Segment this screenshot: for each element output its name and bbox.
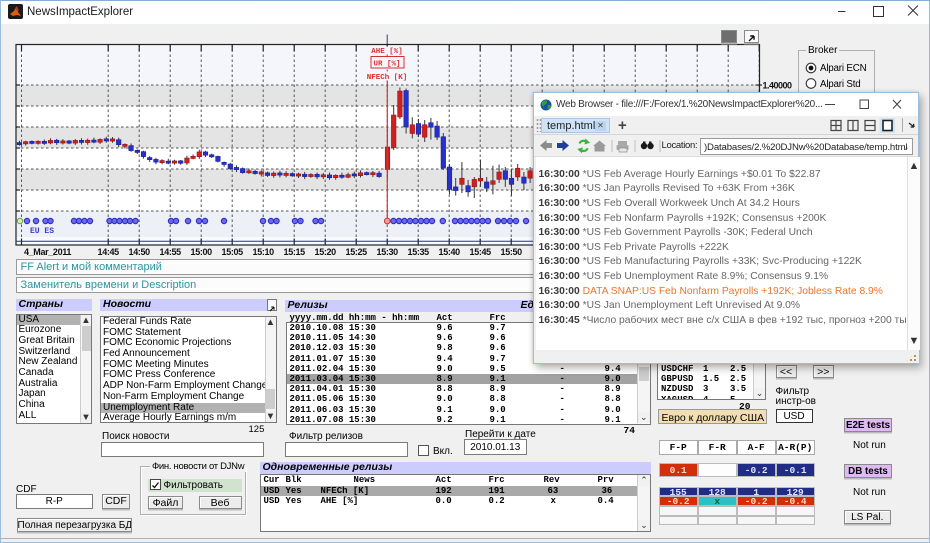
svg-text:15:45: 15:45 bbox=[470, 247, 492, 257]
svg-text:NFECh [K]: NFECh [K] bbox=[367, 74, 408, 82]
svg-text:15:00: 15:00 bbox=[191, 247, 213, 257]
svg-text:15:35: 15:35 bbox=[408, 247, 430, 257]
svg-text:15:20: 15:20 bbox=[315, 247, 337, 257]
svg-text:UR [%]: UR [%] bbox=[373, 61, 400, 69]
svg-text:14:45: 14:45 bbox=[98, 247, 120, 257]
svg-text:AHE [%]: AHE [%] bbox=[371, 48, 403, 56]
svg-text:EU ES: EU ES bbox=[30, 227, 54, 236]
svg-text:14:55: 14:55 bbox=[160, 247, 182, 257]
svg-text:15:40: 15:40 bbox=[439, 247, 461, 257]
svg-text:1.40000: 1.40000 bbox=[763, 81, 793, 91]
svg-text:15:15: 15:15 bbox=[284, 247, 306, 257]
svg-text:15:30: 15:30 bbox=[377, 247, 399, 257]
svg-text:15:25: 15:25 bbox=[346, 247, 368, 257]
svg-text:15:10: 15:10 bbox=[253, 247, 275, 257]
svg-text:4_Mar_2011: 4_Mar_2011 bbox=[24, 247, 71, 257]
svg-text:14:50: 14:50 bbox=[129, 247, 151, 257]
svg-text:15:05: 15:05 bbox=[222, 247, 244, 257]
svg-text:15:50: 15:50 bbox=[501, 247, 523, 257]
